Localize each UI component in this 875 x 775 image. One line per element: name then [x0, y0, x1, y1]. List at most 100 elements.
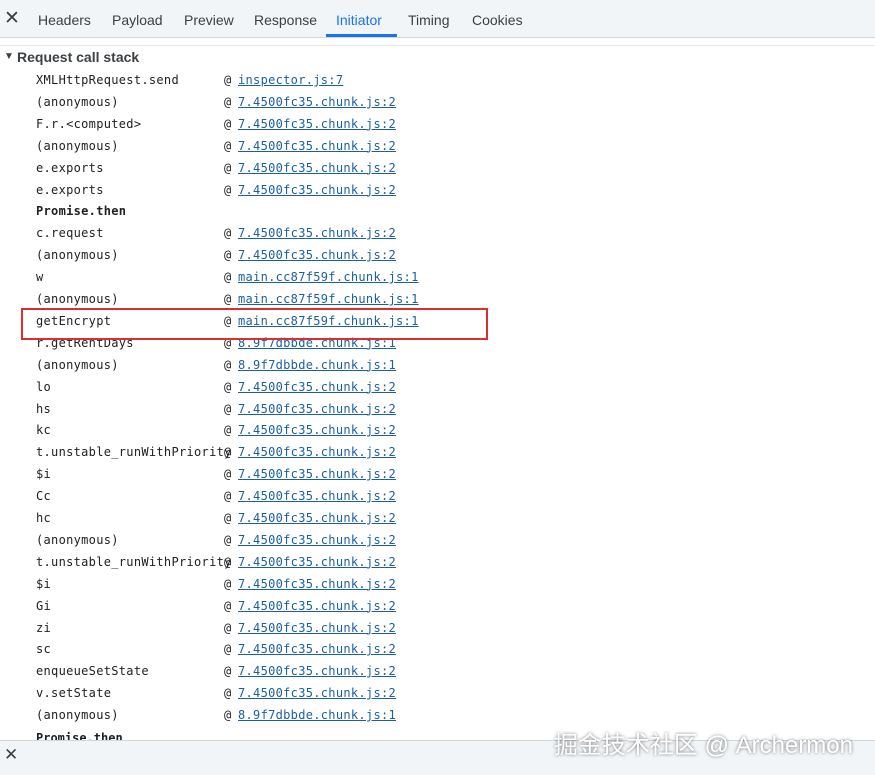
source-link[interactable]: 7.4500fc35.chunk.js:2 — [238, 182, 396, 198]
at-symbol: @ — [224, 598, 232, 613]
source-link[interactable]: 7.4500fc35.chunk.js:2 — [238, 532, 396, 548]
partial-async-label: Promise.then — [36, 731, 123, 740]
stack-frame-row: $i @7.4500fc35.chunk.js:2 — [0, 574, 875, 595]
highlight-box — [21, 308, 488, 340]
at-symbol: @ — [224, 226, 232, 241]
stack-frame-row: lo @7.4500fc35.chunk.js:2 — [0, 377, 875, 398]
section-title: Request call stack — [17, 49, 140, 65]
function-name: w — [36, 270, 44, 285]
source-link[interactable]: 7.4500fc35.chunk.js:2 — [238, 641, 396, 657]
stack-frame-row: zi @7.4500fc35.chunk.js:2 — [0, 618, 875, 639]
at-symbol: @ — [224, 401, 232, 416]
source-link[interactable]: 7.4500fc35.chunk.js:2 — [238, 160, 396, 176]
stack-frame-row: (anonymous) @ main.cc87f59f.chunk.js:1 — [0, 289, 875, 310]
function-name: e.exports — [36, 160, 104, 175]
source-link[interactable]: 7.4500fc35.chunk.js:2 — [238, 663, 396, 679]
at-symbol: @ — [224, 379, 232, 394]
tab-payload[interactable]: Payload — [112, 0, 163, 37]
tab-preview[interactable]: Preview — [184, 0, 234, 37]
source-link[interactable]: 8.9f7dbbde.chunk.js:1 — [238, 357, 396, 373]
source-link[interactable]: 7.4500fc35.chunk.js:2 — [238, 444, 396, 460]
stack-frame-row: (anonymous) @8.9f7dbbde.chunk.js:1 — [0, 705, 875, 726]
at-symbol: @ — [224, 292, 232, 306]
function-name: F.r.<computed> — [36, 116, 142, 131]
tab-response[interactable]: Response — [254, 0, 317, 37]
close-panel-icon[interactable]: ✕ — [3, 9, 21, 29]
at-symbol: @ — [224, 664, 232, 679]
function-name: sc — [36, 642, 52, 657]
function-name: (anonymous) — [36, 357, 119, 372]
function-name: (anonymous) — [36, 292, 119, 306]
tab-headers[interactable]: Headers — [38, 0, 91, 37]
source-link[interactable]: 8.9f7dbbde.chunk.js:1 — [238, 707, 396, 723]
function-name: Cc — [36, 489, 52, 504]
function-name: zi — [36, 620, 52, 635]
stack-frame-row: Gi @7.4500fc35.chunk.js:2 — [0, 596, 875, 617]
async-label: Promise.then — [36, 204, 127, 219]
at-symbol: @ — [224, 642, 232, 657]
source-link[interactable]: 7.4500fc35.chunk.js:2 — [238, 422, 396, 438]
close-drawer-icon[interactable]: ✕ — [4, 745, 18, 765]
tab-initiator[interactable]: Initiator — [336, 0, 382, 37]
function-name: enqueueSetState — [36, 664, 149, 679]
async-boundary-row: Promise.then — [0, 201, 875, 222]
source-link[interactable]: main.cc87f59f.chunk.js:1 — [238, 269, 419, 285]
function-name: (anonymous) — [36, 138, 119, 153]
function-name: lo — [36, 379, 52, 394]
function-name: t.unstable_runWithPriority — [36, 554, 232, 569]
at-symbol: @ — [224, 73, 232, 87]
at-symbol: @ — [224, 554, 232, 569]
source-link[interactable]: 7.4500fc35.chunk.js:2 — [238, 225, 396, 241]
source-link[interactable]: 7.4500fc35.chunk.js:2 — [238, 488, 396, 504]
at-symbol: @ — [224, 423, 232, 438]
function-name: c.request — [36, 226, 104, 241]
source-link[interactable]: 7.4500fc35.chunk.js:2 — [238, 685, 396, 701]
stack-frame-row: $i @7.4500fc35.chunk.js:2 — [0, 464, 875, 485]
at-symbol: @ — [224, 116, 232, 131]
stack-frame-row: enqueueSetState @7.4500fc35.chunk.js:2 — [0, 661, 875, 682]
at-symbol: @ — [224, 511, 232, 525]
tab-timing[interactable]: Timing — [408, 0, 450, 37]
source-link[interactable]: 7.4500fc35.chunk.js:2 — [238, 94, 396, 110]
function-name: XMLHttpRequest.send — [36, 73, 179, 87]
function-name: (anonymous) — [36, 94, 119, 109]
at-symbol: @ — [224, 248, 232, 263]
source-link[interactable]: 7.4500fc35.chunk.js:2 — [238, 598, 396, 614]
stack-frame-row: Cc @7.4500fc35.chunk.js:2 — [0, 486, 875, 507]
function-name: (anonymous) — [36, 532, 119, 547]
at-symbol: @ — [224, 686, 232, 701]
at-symbol: @ — [224, 532, 232, 547]
function-name: e.exports — [36, 182, 104, 197]
source-link[interactable]: 7.4500fc35.chunk.js:2 — [238, 247, 396, 263]
stack-frame-row: hs @7.4500fc35.chunk.js:2 — [0, 399, 875, 420]
stack-frame-row: c.request @7.4500fc35.chunk.js:2 — [0, 223, 875, 244]
function-name: $i — [36, 467, 52, 482]
at-symbol: @ — [224, 489, 232, 504]
source-link[interactable]: 7.4500fc35.chunk.js:2 — [238, 620, 396, 636]
at-symbol: @ — [224, 94, 232, 109]
source-link[interactable]: main.cc87f59f.chunk.js:1 — [238, 291, 419, 307]
function-name: hs — [36, 401, 52, 416]
request-call-stack-header[interactable]: ▼ Request call stack — [0, 45, 875, 70]
stack-frame-row: (anonymous) @7.4500fc35.chunk.js:2 — [0, 92, 875, 113]
source-link[interactable]: 7.4500fc35.chunk.js:2 — [238, 554, 396, 570]
source-link[interactable]: 7.4500fc35.chunk.js:2 — [238, 576, 396, 592]
expand-triangle-icon[interactable]: ▼ — [4, 51, 14, 62]
source-link[interactable]: 7.4500fc35.chunk.js:2 — [238, 466, 396, 482]
source-link[interactable]: 7.4500fc35.chunk.js:2 — [238, 116, 396, 132]
stack-frame-row: w @ main.cc87f59f.chunk.js:1 — [0, 267, 875, 288]
source-link[interactable]: inspector.js:7 — [238, 72, 343, 88]
source-link[interactable]: 7.4500fc35.chunk.js:2 — [238, 401, 396, 417]
at-symbol: @ — [224, 270, 232, 285]
stack-frame-row: v.setState @7.4500fc35.chunk.js:2 — [0, 683, 875, 704]
source-link[interactable]: 7.4500fc35.chunk.js:2 — [238, 379, 396, 395]
watermark: 掘金技术社区 @ Archermon — [553, 732, 853, 759]
stack-frame-row: kc @7.4500fc35.chunk.js:2 — [0, 420, 875, 441]
at-symbol: @ — [224, 357, 232, 372]
stack-frame-row: F.r.<computed> @7.4500fc35.chunk.js:2 — [0, 114, 875, 135]
stack-frame-row: hc @7.4500fc35.chunk.js:2 — [0, 508, 875, 529]
source-link[interactable]: 7.4500fc35.chunk.js:2 — [238, 510, 396, 526]
at-symbol: @ — [224, 138, 232, 153]
source-link[interactable]: 7.4500fc35.chunk.js:2 — [238, 138, 396, 154]
tab-cookies[interactable]: Cookies — [472, 0, 523, 37]
